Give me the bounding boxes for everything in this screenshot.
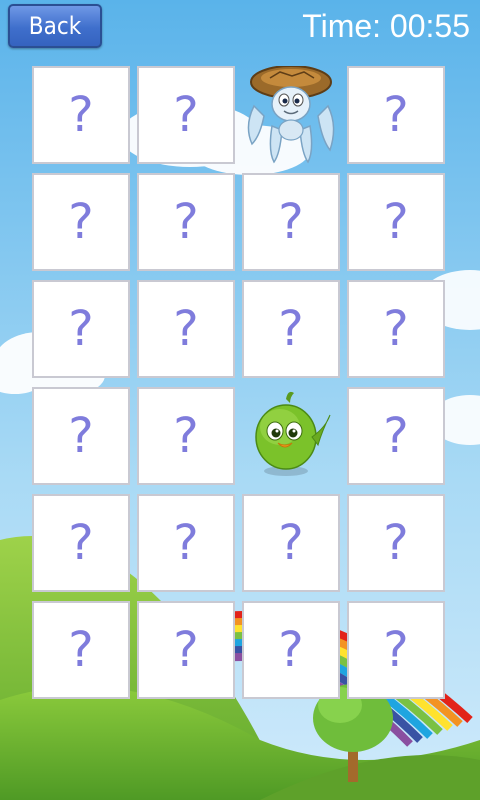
question-mark-icon: ?	[383, 194, 409, 250]
green-bird-icon	[255, 391, 331, 476]
question-mark-icon: ?	[383, 301, 409, 357]
question-mark-icon: ?	[68, 301, 94, 357]
card-hidden[interactable]: ?	[242, 280, 340, 378]
question-mark-icon: ?	[173, 301, 199, 357]
question-mark-icon: ?	[68, 515, 94, 571]
card-revealed[interactable]	[242, 387, 340, 485]
question-mark-icon: ?	[383, 515, 409, 571]
card-hidden[interactable]: ?	[137, 66, 235, 164]
card-hidden[interactable]: ?	[137, 173, 235, 271]
card-hidden[interactable]: ?	[347, 387, 445, 485]
card-hidden[interactable]: ?	[347, 494, 445, 592]
question-mark-icon: ?	[68, 87, 94, 143]
question-mark-icon: ?	[68, 194, 94, 250]
card-grid: ?? ??????????? ?????????	[32, 66, 446, 702]
question-mark-icon: ?	[173, 515, 199, 571]
question-mark-icon: ?	[383, 87, 409, 143]
card-hidden[interactable]: ?	[347, 280, 445, 378]
question-mark-icon: ?	[173, 622, 199, 678]
card-hidden[interactable]: ?	[347, 66, 445, 164]
question-mark-icon: ?	[383, 408, 409, 464]
question-mark-icon: ?	[68, 622, 94, 678]
card-hidden[interactable]: ?	[137, 601, 235, 699]
card-hidden[interactable]: ?	[32, 494, 130, 592]
timer-display: Time: 00:55	[302, 8, 470, 44]
card-hidden[interactable]: ?	[32, 280, 130, 378]
card-hidden[interactable]: ?	[32, 66, 130, 164]
back-button[interactable]: Back	[8, 4, 102, 48]
card-hidden[interactable]: ?	[242, 601, 340, 699]
card-hidden[interactable]: ?	[32, 387, 130, 485]
turtle-icon	[247, 66, 335, 164]
card-hidden[interactable]: ?	[137, 280, 235, 378]
question-mark-icon: ?	[278, 194, 304, 250]
question-mark-icon: ?	[278, 515, 304, 571]
card-hidden[interactable]: ?	[32, 173, 130, 271]
question-mark-icon: ?	[278, 301, 304, 357]
question-mark-icon: ?	[173, 87, 199, 143]
question-mark-icon: ?	[173, 194, 199, 250]
card-hidden[interactable]: ?	[137, 387, 235, 485]
card-hidden[interactable]: ?	[32, 601, 130, 699]
question-mark-icon: ?	[68, 408, 94, 464]
card-hidden[interactable]: ?	[242, 494, 340, 592]
card-hidden[interactable]: ?	[347, 601, 445, 699]
question-mark-icon: ?	[383, 622, 409, 678]
card-hidden[interactable]: ?	[137, 494, 235, 592]
card-revealed[interactable]	[242, 66, 340, 164]
card-hidden[interactable]: ?	[347, 173, 445, 271]
card-hidden[interactable]: ?	[242, 173, 340, 271]
question-mark-icon: ?	[278, 622, 304, 678]
question-mark-icon: ?	[173, 408, 199, 464]
